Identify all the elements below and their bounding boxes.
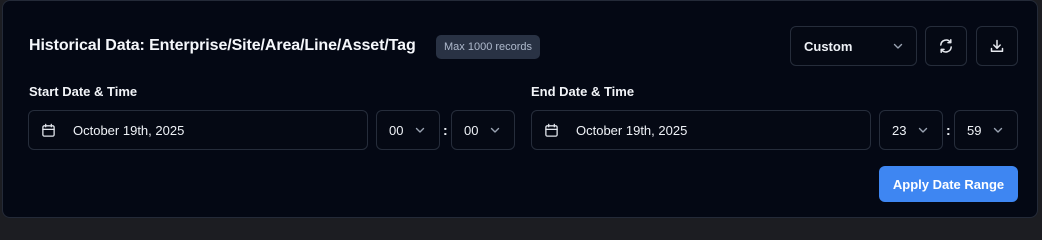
page-title: Historical Data: Enterprise/Site/Area/Li… [29, 37, 416, 54]
range-preset-value: Custom [804, 39, 853, 54]
start-minute-value: 00 [464, 123, 479, 138]
start-hour-value: 00 [389, 123, 404, 138]
start-date-picker[interactable]: October 19th, 2025 [28, 110, 368, 150]
chevron-down-icon [917, 124, 929, 136]
end-minute-value: 59 [967, 123, 982, 138]
start-hour-select[interactable]: 00 [376, 110, 440, 150]
chevron-down-icon [489, 124, 501, 136]
chevron-down-icon [892, 40, 904, 52]
start-date-value: October 19th, 2025 [73, 123, 185, 138]
historical-data-panel: Historical Data: Enterprise/Site/Area/Li… [2, 0, 1038, 218]
end-datetime-label: End Date & Time [531, 84, 635, 99]
start-minute-select[interactable]: 00 [451, 110, 515, 150]
end-hour-select[interactable]: 23 [879, 110, 943, 150]
chevron-down-icon [992, 124, 1004, 136]
refresh-icon [938, 38, 954, 54]
download-icon [989, 38, 1005, 54]
calendar-icon [41, 123, 56, 138]
range-preset-select[interactable]: Custom [790, 26, 917, 66]
record-limit-badge: Max 1000 records [436, 35, 541, 59]
start-datetime-label: Start Date & Time [29, 84, 138, 99]
chevron-down-icon [414, 124, 426, 136]
time-separator: : [946, 122, 951, 138]
end-minute-select[interactable]: 59 [954, 110, 1018, 150]
time-separator: : [443, 122, 448, 138]
refresh-button[interactable] [925, 26, 967, 66]
end-date-value: October 19th, 2025 [576, 123, 688, 138]
apply-date-range-button[interactable]: Apply Date Range [879, 166, 1018, 202]
calendar-icon [544, 123, 559, 138]
download-button[interactable] [976, 26, 1018, 66]
end-date-picker[interactable]: October 19th, 2025 [531, 110, 871, 150]
end-hour-value: 23 [892, 123, 907, 138]
